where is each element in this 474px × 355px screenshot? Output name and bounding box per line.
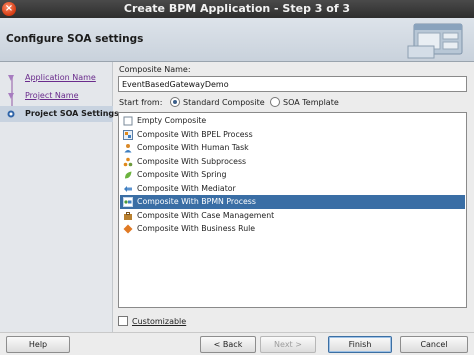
- list-item-label: Composite With Business Rule: [137, 224, 256, 233]
- nav-step-label: Project SOA Settings: [25, 109, 119, 118]
- mediator-icon: [124, 185, 132, 192]
- list-item-label: Composite With Case Management: [137, 210, 275, 220]
- standard-composite-radio[interactable]: [170, 97, 180, 107]
- case-management-icon: [124, 211, 132, 220]
- list-item-mediator[interactable]: Composite With Mediator: [120, 182, 465, 196]
- wizard-window-graphic-icon: [407, 23, 463, 59]
- soa-template-label[interactable]: SOA Template: [283, 98, 339, 107]
- list-item-bpel-process[interactable]: Composite With BPEL Process: [120, 128, 465, 142]
- next-button[interactable]: Next >: [260, 336, 316, 353]
- nav-step-label[interactable]: Application Name: [25, 73, 96, 82]
- bpel-process-icon: [123, 129, 133, 140]
- back-button[interactable]: < Back: [200, 336, 256, 353]
- list-item-label: Composite With BPMN Process: [137, 197, 256, 206]
- list-item-business-rule[interactable]: Composite With Business Rule: [120, 222, 465, 236]
- list-item-label: Empty Composite: [137, 116, 207, 125]
- step-completed-icon: [8, 93, 14, 99]
- step-completed-icon: [8, 75, 14, 81]
- human-task-icon: [124, 144, 132, 153]
- subprocess-icon: [123, 157, 133, 166]
- customizable-label[interactable]: Customizable: [132, 317, 186, 326]
- list-item-bpmn-process[interactable]: Composite With BPMN Process: [120, 195, 465, 209]
- composite-name-input[interactable]: [118, 76, 467, 92]
- finish-button[interactable]: Finish: [328, 336, 392, 353]
- nav-step-project-soa-settings[interactable]: Project SOA Settings: [0, 106, 119, 122]
- nav-step-project-name[interactable]: Project Name: [0, 88, 113, 104]
- start-from-label: Start from:: [119, 98, 163, 107]
- list-item-human-task[interactable]: Composite With Human Task: [120, 141, 465, 155]
- help-button[interactable]: Help: [6, 336, 70, 353]
- soa-settings-form: Composite Name: Start from: Standard Com…: [114, 62, 474, 332]
- composite-name-label: Composite Name:: [119, 65, 191, 74]
- nav-step-label[interactable]: Project Name: [25, 91, 79, 100]
- page-title: Configure SOA settings: [6, 33, 144, 45]
- list-item-label: Composite With Spring: [137, 170, 227, 179]
- list-item-empty-composite[interactable]: Empty Composite: [120, 114, 465, 128]
- wizard-steps-nav: Application Name Project Name Project SO…: [0, 62, 119, 332]
- soa-template-radio[interactable]: [270, 97, 280, 107]
- step-current-icon: [7, 110, 15, 118]
- customizable-checkbox[interactable]: [118, 316, 128, 326]
- list-item-case-management[interactable]: Composite With Case Management: [120, 209, 465, 223]
- list-item-label: Composite With Mediator: [137, 183, 236, 193]
- standard-composite-label[interactable]: Standard Composite: [183, 98, 265, 107]
- spring-icon: [125, 171, 132, 179]
- list-item-spring[interactable]: Composite With Spring: [120, 168, 465, 182]
- composite-template-list[interactable]: Empty Composite Composite With BPEL Proc…: [118, 112, 467, 308]
- window-title: Create BPM Application - Step 3 of 3: [123, 2, 351, 15]
- nav-step-application-name[interactable]: Application Name: [0, 70, 113, 86]
- wizard-button-bar: Help < Back Next > Finish Cancel: [0, 332, 474, 355]
- list-item-label: Composite With BPEL Process: [137, 129, 253, 139]
- list-item-subprocess[interactable]: Composite With Subprocess: [120, 155, 465, 169]
- wizard-header: Configure SOA settings: [0, 18, 474, 62]
- bpmn-process-icon: [123, 197, 133, 207]
- list-item-label: Composite With Human Task: [137, 143, 249, 152]
- list-item-label: Composite With Subprocess: [137, 156, 247, 166]
- cancel-button[interactable]: Cancel: [400, 336, 468, 353]
- create-bpm-application-dialog: × Create BPM Application - Step 3 of 3 C…: [0, 0, 474, 355]
- empty-composite-icon: [123, 116, 133, 126]
- business-rule-icon: [123, 224, 133, 234]
- title-bar: × Create BPM Application - Step 3 of 3: [0, 0, 474, 18]
